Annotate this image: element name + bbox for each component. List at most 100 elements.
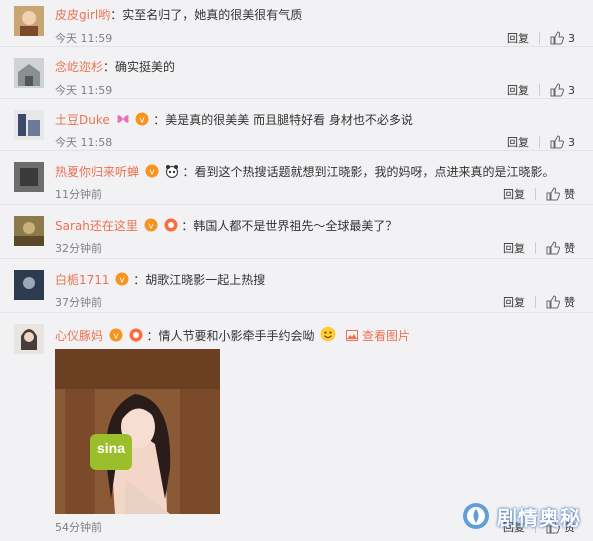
- watermark-text: 剧情奥秘: [497, 505, 581, 530]
- like-label: 赞: [564, 188, 575, 201]
- username-link[interactable]: 念屹迩杉: [55, 60, 103, 74]
- comment-body: 胡歌江晓影一起上热搜: [145, 273, 266, 287]
- reply-button[interactable]: 回复: [507, 134, 529, 150]
- comment-text-line: 皮皮girl哟：实至名归了，她真的很美很有气质: [55, 8, 303, 22]
- comment-text-line: 念屹迩杉：确实挺美的: [55, 60, 176, 74]
- vip-badge-icon: v: [115, 272, 129, 286]
- comment-text-line: 热夏你归来听蝉 v ：看到这个热搜话题就想到江晓影，我的妈呀，点进来真的是江晓影…: [55, 164, 555, 179]
- avatar[interactable]: [14, 58, 44, 88]
- username-link[interactable]: Sarah还在这里: [55, 219, 138, 233]
- thumbs-up-icon: [546, 295, 560, 309]
- view-photo-label: 查看图片: [362, 329, 411, 343]
- svg-text:v: v: [149, 168, 155, 178]
- vip-badge-icon: v: [145, 164, 159, 178]
- vip-badge-icon: v: [144, 218, 158, 232]
- timestamp: 今天 11:59: [55, 32, 113, 45]
- comment-body: 确实挺美的: [115, 60, 176, 74]
- comment-text-line: 白栀1711 v ：胡歌江晓影一起上热搜: [55, 272, 266, 287]
- reply-button[interactable]: 回复: [503, 294, 525, 310]
- butterfly-icon: [116, 115, 129, 123]
- divider: [535, 188, 536, 200]
- like-label: 赞: [564, 296, 575, 309]
- smile-emoji-icon: [320, 326, 336, 342]
- timestamp: 54分钟前: [55, 521, 102, 534]
- like-button[interactable]: 赞: [546, 294, 575, 310]
- like-button[interactable]: 赞: [546, 186, 575, 202]
- thumbs-up-icon: [546, 241, 560, 255]
- thumbs-up-icon: [546, 187, 560, 201]
- divider: [539, 136, 540, 148]
- thumbs-up-icon: [550, 135, 564, 149]
- like-button[interactable]: 3: [550, 31, 575, 45]
- username-link[interactable]: 皮皮girl哟: [55, 8, 110, 22]
- avatar[interactable]: [14, 6, 44, 36]
- username-link[interactable]: 热夏你归来听蝉: [55, 165, 139, 179]
- image-icon: [346, 330, 359, 341]
- username-link[interactable]: 土豆Duke: [55, 113, 110, 127]
- comment-text-line: 土豆Duke v ：美是真的很美美 而且腿特好看 身材也不必多说: [55, 112, 413, 127]
- comment-item: 热夏你归来听蝉 v ：看到这个热搜话题就想到江晓影，我的妈呀，点进来真的是江晓影…: [0, 156, 593, 205]
- comment-text-line: Sarah还在这里 v ：韩国人都不是世界祖先～全球最美了？: [55, 218, 398, 233]
- avatar[interactable]: [14, 270, 44, 300]
- comment-actions: 回复 赞: [503, 240, 575, 256]
- like-count: 3: [568, 83, 575, 97]
- watermark: 剧情奥秘: [461, 501, 581, 531]
- avatar[interactable]: [14, 162, 44, 192]
- divider: [535, 242, 536, 254]
- comment-item: Sarah还在这里 v ：韩国人都不是世界祖先～全球最美了？ 32分钟前 回复 …: [0, 210, 593, 259]
- comment-actions: 回复 赞: [503, 294, 575, 310]
- timestamp: 11分钟前: [55, 188, 102, 201]
- level-badge-icon: [129, 328, 143, 342]
- reply-button[interactable]: 回复: [507, 82, 529, 98]
- comment-body: 情人节要和小影牵手手约会呦: [158, 329, 315, 343]
- svg-text:v: v: [140, 116, 146, 126]
- comment-body: 看到这个热搜话题就想到江晓影，我的妈呀，点进来真的是江晓影。: [194, 165, 555, 179]
- username-link[interactable]: 白栀1711: [55, 273, 110, 287]
- avatar[interactable]: [14, 324, 44, 354]
- comment-actions: 回复 3: [507, 30, 575, 46]
- divider: [539, 32, 540, 44]
- like-button[interactable]: 3: [550, 83, 575, 97]
- like-count: 3: [568, 135, 575, 149]
- like-label: 赞: [564, 242, 575, 255]
- vip-badge-icon: v: [135, 112, 149, 126]
- like-button[interactable]: 赞: [546, 240, 575, 256]
- comment-actions: 回复 赞: [503, 186, 575, 202]
- like-button[interactable]: 3: [550, 135, 575, 149]
- timestamp: 32分钟前: [55, 242, 102, 255]
- comment-item: 皮皮girl哟：实至名归了，她真的很美很有气质 今天 11:59 回复 3: [0, 0, 593, 47]
- comment-item: 念屹迩杉：确实挺美的 今天 11:59 回复 3: [0, 52, 593, 99]
- comment-item: 土豆Duke v ：美是真的很美美 而且腿特好看 身材也不必多说 今天 11:5…: [0, 104, 593, 151]
- svg-text:v: v: [113, 332, 119, 342]
- reply-button[interactable]: 回复: [507, 30, 529, 46]
- divider: [539, 84, 540, 96]
- comment-actions: 回复 3: [507, 82, 575, 98]
- avatar[interactable]: [14, 110, 44, 140]
- panda-icon: [165, 165, 178, 178]
- timestamp: 今天 11:59: [55, 84, 113, 97]
- comment-photo[interactable]: sina: [55, 349, 220, 514]
- like-count: 3: [568, 31, 575, 45]
- comment-body: 美是真的很美美 而且腿特好看 身材也不必多说: [165, 113, 413, 127]
- comment-body: 实至名归了，她真的很美很有气质: [122, 8, 303, 22]
- username-link[interactable]: 心仪豚妈: [55, 329, 103, 343]
- comment-actions: 回复 3: [507, 134, 575, 150]
- thumbs-up-icon: [550, 31, 564, 45]
- divider: [535, 296, 536, 308]
- svg-text:v: v: [120, 276, 126, 286]
- timestamp: 37分钟前: [55, 296, 102, 309]
- vip-badge-icon: v: [109, 328, 123, 342]
- svg-text:sina: sina: [97, 440, 125, 456]
- comment-text-line: 心仪豚妈 v ：情人节要和小影牵手手约会呦 查看图片: [55, 326, 410, 343]
- reply-button[interactable]: 回复: [503, 240, 525, 256]
- timestamp: 今天 11:58: [55, 136, 113, 149]
- watermark-logo-icon: [463, 503, 489, 529]
- svg-text:v: v: [148, 222, 154, 232]
- comment-item: 白栀1711 v ：胡歌江晓影一起上热搜 37分钟前 回复 赞: [0, 264, 593, 313]
- avatar[interactable]: [14, 216, 44, 246]
- thumbs-up-icon: [550, 83, 564, 97]
- view-photo-link[interactable]: 查看图片: [346, 329, 410, 343]
- reply-button[interactable]: 回复: [503, 186, 525, 202]
- level-badge-icon: [164, 218, 178, 232]
- comment-body: 韩国人都不是世界祖先～全球最美了？: [193, 219, 398, 233]
